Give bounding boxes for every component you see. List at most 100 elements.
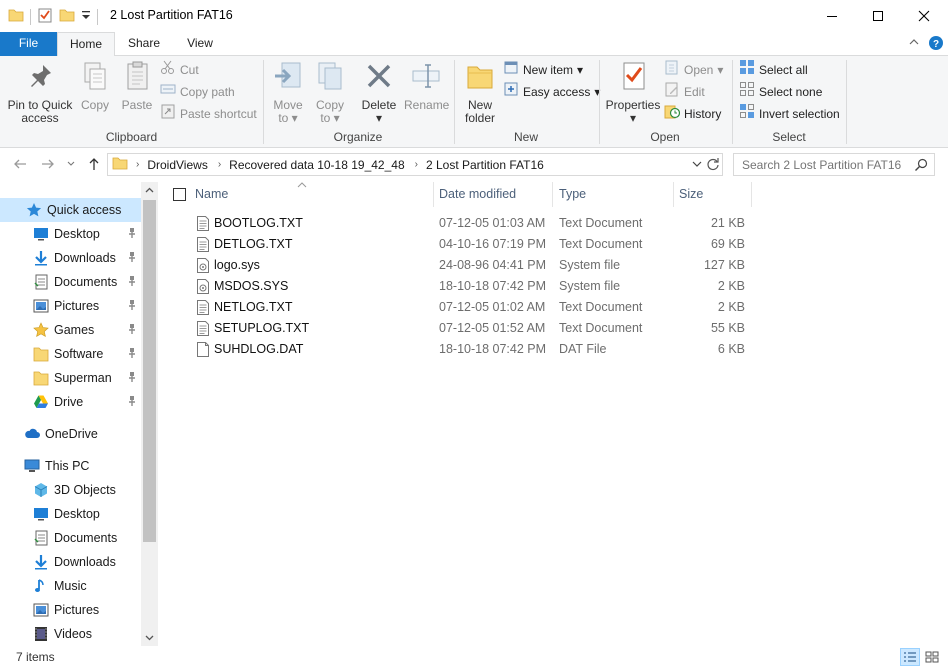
column-header-type[interactable]: Type	[559, 182, 586, 207]
address-bar[interactable]: › DroidViews › Recovered data 10-18 19_4…	[107, 153, 723, 176]
minimize-button[interactable]	[809, 0, 855, 32]
customize-toolbar-icon[interactable]	[81, 7, 91, 26]
file-date-modified: 07-12-05 01:52 AM	[439, 321, 546, 335]
tab-home[interactable]: Home	[57, 32, 115, 57]
copy-button[interactable]: Copy	[76, 60, 114, 112]
paste-shortcut-button[interactable]: Paste shortcut	[160, 104, 257, 124]
column-divider[interactable]	[751, 182, 752, 207]
file-row[interactable]: MSDOS.SYS 18-10-18 07:42 PM System file 2 K…	[160, 276, 948, 297]
nav-this-pc[interactable]: This PC	[0, 454, 141, 478]
breadcrumb-recovered-data[interactable]: Recovered data 10-18 19_42_48	[229, 158, 404, 172]
search-box[interactable]	[733, 153, 935, 176]
sidebar-item-quick-downloads[interactable]: Downloads	[0, 246, 141, 270]
breadcrumb-droidviews[interactable]: DroidViews	[147, 158, 207, 172]
move-to-button[interactable]: Move to ▾	[268, 60, 308, 125]
drive-icon	[33, 394, 49, 410]
address-history-dropdown[interactable]	[691, 158, 703, 173]
new-folder-quick-icon[interactable]	[59, 7, 75, 26]
breadcrumb-current-folder[interactable]: 2 Lost Partition FAT16	[426, 158, 544, 172]
edit-icon	[664, 81, 680, 103]
tab-file[interactable]: File	[0, 32, 57, 56]
easy-access-button[interactable]: Easy access ▾	[503, 82, 600, 102]
back-button[interactable]	[12, 156, 28, 175]
edit-button[interactable]: Edit	[664, 82, 705, 102]
column-divider[interactable]	[433, 182, 434, 207]
open-button[interactable]: Open ▾	[664, 60, 723, 80]
nav-pane-scrollbar[interactable]	[141, 182, 158, 646]
sidebar-item-quick-documents[interactable]: Documents	[0, 270, 141, 294]
sidebar-item-quick-superman[interactable]: Superman	[0, 366, 141, 390]
sidebar-item-pc-downloads[interactable]: Downloads	[0, 550, 141, 574]
downloads-icon	[33, 554, 49, 570]
arrow-right-icon	[42, 159, 54, 169]
nav-onedrive[interactable]: OneDrive	[0, 422, 141, 446]
copy-path-button[interactable]: Copy path	[160, 82, 235, 102]
sidebar-item-quick-desktop[interactable]: Desktop	[0, 222, 141, 246]
recent-locations-button[interactable]	[66, 158, 76, 172]
column-header-date[interactable]: Date modified	[439, 182, 516, 207]
help-button[interactable]: ?	[928, 35, 944, 54]
file-row[interactable]: SUHDLOG.DAT 18-10-18 07:42 PM DAT File 6 KB	[160, 339, 948, 360]
sidebar-item-quick-software[interactable]: Software	[0, 342, 141, 366]
sidebar-item-label: Downloads	[54, 251, 116, 265]
pin-label-line2: access	[21, 111, 59, 125]
sidebar-item-quick-pictures[interactable]: Pictures	[0, 294, 141, 318]
select-all-checkbox[interactable]	[173, 188, 186, 204]
file-row[interactable]: SETUPLOG.TXT 07-12-05 01:52 AM Text Docume…	[160, 318, 948, 339]
new-item-button[interactable]: New item ▾	[503, 60, 583, 80]
organize-group-label: Organize	[333, 130, 383, 144]
nav-quick-access[interactable]: Quick access	[0, 198, 141, 222]
select-none-button[interactable]: Select none	[739, 82, 822, 102]
file-row[interactable]: DETLOG.TXT 04-10-16 07:19 PM Text Document…	[160, 234, 948, 255]
close-button[interactable]	[901, 0, 947, 32]
folder-icon	[112, 155, 128, 174]
file-row[interactable]: NETLOG.TXT 07-12-05 01:02 AM Text Document…	[160, 297, 948, 318]
scroll-up-arrow[interactable]	[141, 182, 158, 199]
scroll-down-arrow[interactable]	[141, 629, 158, 646]
forward-button[interactable]	[40, 156, 56, 175]
pin-to-quick-access-button[interactable]: Pin to Quick access	[4, 60, 76, 125]
up-button[interactable]	[86, 156, 102, 175]
details-view-icon	[904, 652, 916, 662]
select-all-button[interactable]: Select all	[739, 60, 808, 80]
sidebar-item-pc-desktop[interactable]: Desktop	[0, 502, 141, 526]
file-row[interactable]: BOOTLOG.TXT 07-12-05 01:03 AM Text Documen…	[160, 213, 948, 234]
column-divider[interactable]	[673, 182, 674, 207]
sidebar-item-pc-documents[interactable]: Documents	[0, 526, 141, 550]
sidebar-item-pc-videos[interactable]: Videos	[0, 622, 141, 646]
scrollbar-thumb[interactable]	[143, 200, 156, 542]
invert-selection-button[interactable]: Invert selection	[739, 104, 840, 124]
column-header-name[interactable]: Name	[195, 182, 228, 207]
pin-icon	[127, 227, 137, 242]
rename-button[interactable]: Rename	[404, 60, 449, 112]
videos-icon	[33, 626, 49, 642]
details-view-button[interactable]	[900, 648, 920, 666]
tab-share[interactable]: Share	[119, 32, 169, 56]
sidebar-item-quick-games[interactable]: Games	[0, 318, 141, 342]
history-button[interactable]: History	[664, 104, 721, 124]
large-icons-view-button[interactable]	[922, 648, 942, 666]
collapse-ribbon-button[interactable]	[908, 36, 920, 51]
search-input[interactable]	[734, 154, 904, 175]
music-icon	[33, 578, 49, 594]
properties-button[interactable]: Properties ▾	[604, 60, 662, 125]
cut-button[interactable]: Cut	[160, 60, 199, 80]
refresh-button[interactable]	[706, 157, 720, 174]
tab-view[interactable]: View	[175, 32, 225, 56]
delete-x-icon	[354, 60, 404, 95]
sidebar-item-quick-drive[interactable]: Drive	[0, 390, 141, 414]
delete-button[interactable]: Delete ▾	[354, 60, 404, 125]
sidebar-item-pc-music[interactable]: Music	[0, 574, 141, 598]
new-folder-button[interactable]: New folder	[459, 60, 501, 125]
sidebar-item-pc-3d-objects[interactable]: 3D Objects	[0, 478, 141, 502]
properties-quick-icon[interactable]	[37, 7, 53, 26]
column-divider[interactable]	[552, 182, 553, 207]
maximize-button[interactable]	[855, 0, 901, 32]
sidebar-item-pc-pictures[interactable]: Pictures	[0, 598, 141, 622]
chevron-right-icon: ›	[136, 159, 140, 170]
paste-button[interactable]: Paste	[118, 60, 156, 112]
column-header-size[interactable]: Size	[679, 182, 703, 207]
file-row[interactable]: logo.sys 24-08-96 04:41 PM System file 127 …	[160, 255, 948, 276]
copy-to-button[interactable]: Copy to ▾	[310, 60, 350, 125]
system-file-icon	[197, 258, 209, 276]
